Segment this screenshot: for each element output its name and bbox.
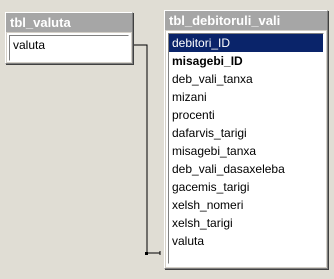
field-valuta[interactable]: valuta (10, 36, 128, 54)
relationship-joint-marker (145, 252, 148, 255)
field-mizani[interactable]: mizani (169, 88, 323, 106)
field-misagebi-id[interactable]: misagebi_ID (169, 52, 323, 70)
field-list[interactable]: valuta (9, 35, 129, 61)
field-deb-vali-tanxa[interactable]: deb_vali_tanxa (169, 70, 323, 88)
field-xelsh-tarigi[interactable]: xelsh_tarigi (169, 214, 323, 232)
field-xelsh-nomeri[interactable]: xelsh_nomeri (169, 196, 323, 214)
table-window-tbl-valuta[interactable]: tbl_valuta valuta (5, 12, 133, 64)
field-procenti[interactable]: procenti (169, 106, 323, 124)
field-list[interactable]: debitori_ID misagebi_ID deb_vali_tanxa m… (168, 33, 324, 264)
field-dafarvis-tarigi[interactable]: dafarvis_tarigi (169, 124, 323, 142)
table-window-tbl-debitoruli-vali[interactable]: tbl_debitoruli_vali debitori_ID misagebi… (164, 10, 328, 269)
field-valuta[interactable]: valuta (169, 232, 323, 250)
field-gacemis-tarigi[interactable]: gacemis_tarigi (169, 178, 323, 196)
field-misagebi-tanxa[interactable]: misagebi_tanxa (169, 142, 323, 160)
field-deb-vali-dasaxeleba[interactable]: deb_vali_dasaxeleba (169, 160, 323, 178)
field-debitori-id[interactable]: debitori_ID (169, 34, 323, 52)
table-title-bar[interactable]: tbl_valuta (6, 13, 132, 33)
table-title-bar[interactable]: tbl_debitoruli_vali (165, 11, 327, 31)
